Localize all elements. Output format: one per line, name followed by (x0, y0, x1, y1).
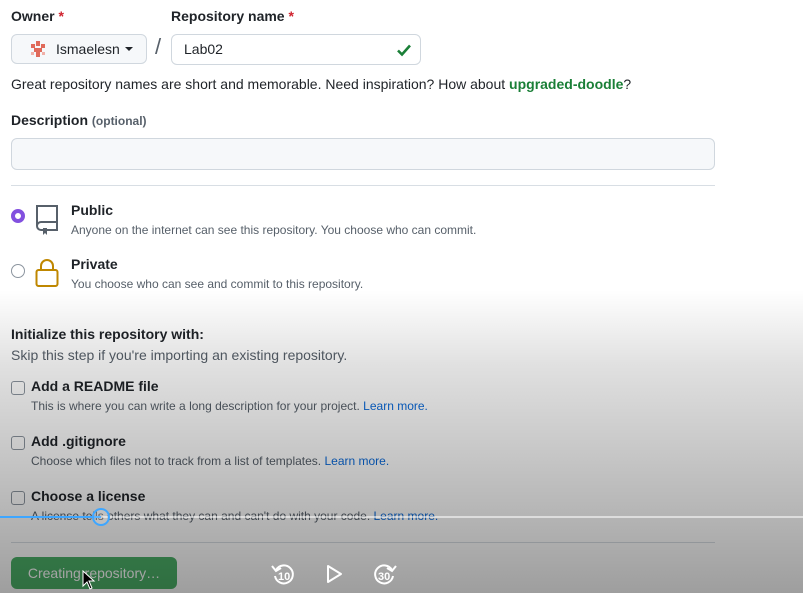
license-title: Choose a license (31, 488, 146, 504)
owner-name: Ismaelesn (56, 41, 120, 57)
readme-title: Add a README file (31, 378, 159, 394)
readme-learn-more-link[interactable]: Learn more. (363, 399, 428, 413)
divider (11, 185, 715, 186)
repo-name-input[interactable] (184, 41, 384, 57)
rewind-seconds: 10 (278, 571, 291, 583)
avatar (31, 41, 45, 57)
gitignore-learn-more-link[interactable]: Learn more. (324, 454, 389, 468)
description-label: Description (optional) (11, 112, 147, 128)
gitignore-subtitle: Choose which files not to track from a l… (31, 454, 390, 468)
forward-seconds: 30 (378, 571, 391, 583)
suggested-name-link[interactable]: upgraded-doodle (509, 76, 623, 92)
forward-button[interactable]: 30 (371, 562, 397, 586)
progress-track[interactable] (0, 516, 803, 518)
owner-repo-separator: / (155, 34, 162, 59)
repo-name-label: Repository name * (171, 8, 294, 24)
readme-subtitle: This is where you can write a long descr… (31, 399, 428, 413)
scrubber-handle[interactable] (92, 508, 111, 526)
owner-label: Owner * (11, 8, 64, 24)
readme-checkbox[interactable] (11, 381, 25, 395)
public-subtitle: Anyone on the internet can see this repo… (71, 223, 477, 237)
progress-played (0, 516, 102, 518)
chevron-down-icon (124, 47, 133, 51)
owner-dropdown[interactable]: Ismaelesn (11, 34, 147, 64)
description-field[interactable] (11, 138, 718, 171)
rewind-button[interactable]: 10 (271, 562, 297, 586)
init-subtitle: Skip this step if you're importing an ex… (11, 347, 348, 363)
repo-name-field[interactable] (171, 34, 421, 65)
play-icon (327, 565, 342, 583)
private-title: Private (71, 256, 118, 272)
lock-icon (35, 259, 59, 287)
description-input[interactable] (12, 139, 718, 171)
license-checkbox[interactable] (11, 491, 25, 505)
private-subtitle: You choose who can see and commit to thi… (71, 277, 364, 291)
check-icon (397, 44, 411, 57)
public-radio[interactable] (11, 209, 25, 223)
mouse-cursor-icon (82, 570, 96, 590)
repo-icon (36, 205, 58, 235)
public-title: Public (71, 202, 114, 218)
gitignore-title: Add .gitignore (31, 433, 126, 449)
play-button[interactable] (323, 562, 349, 586)
init-title: Initialize this repository with: (11, 326, 204, 342)
gitignore-checkbox[interactable] (11, 436, 25, 450)
name-hint: Great repository names are short and mem… (11, 76, 632, 92)
divider (11, 542, 715, 543)
private-radio[interactable] (11, 264, 25, 278)
